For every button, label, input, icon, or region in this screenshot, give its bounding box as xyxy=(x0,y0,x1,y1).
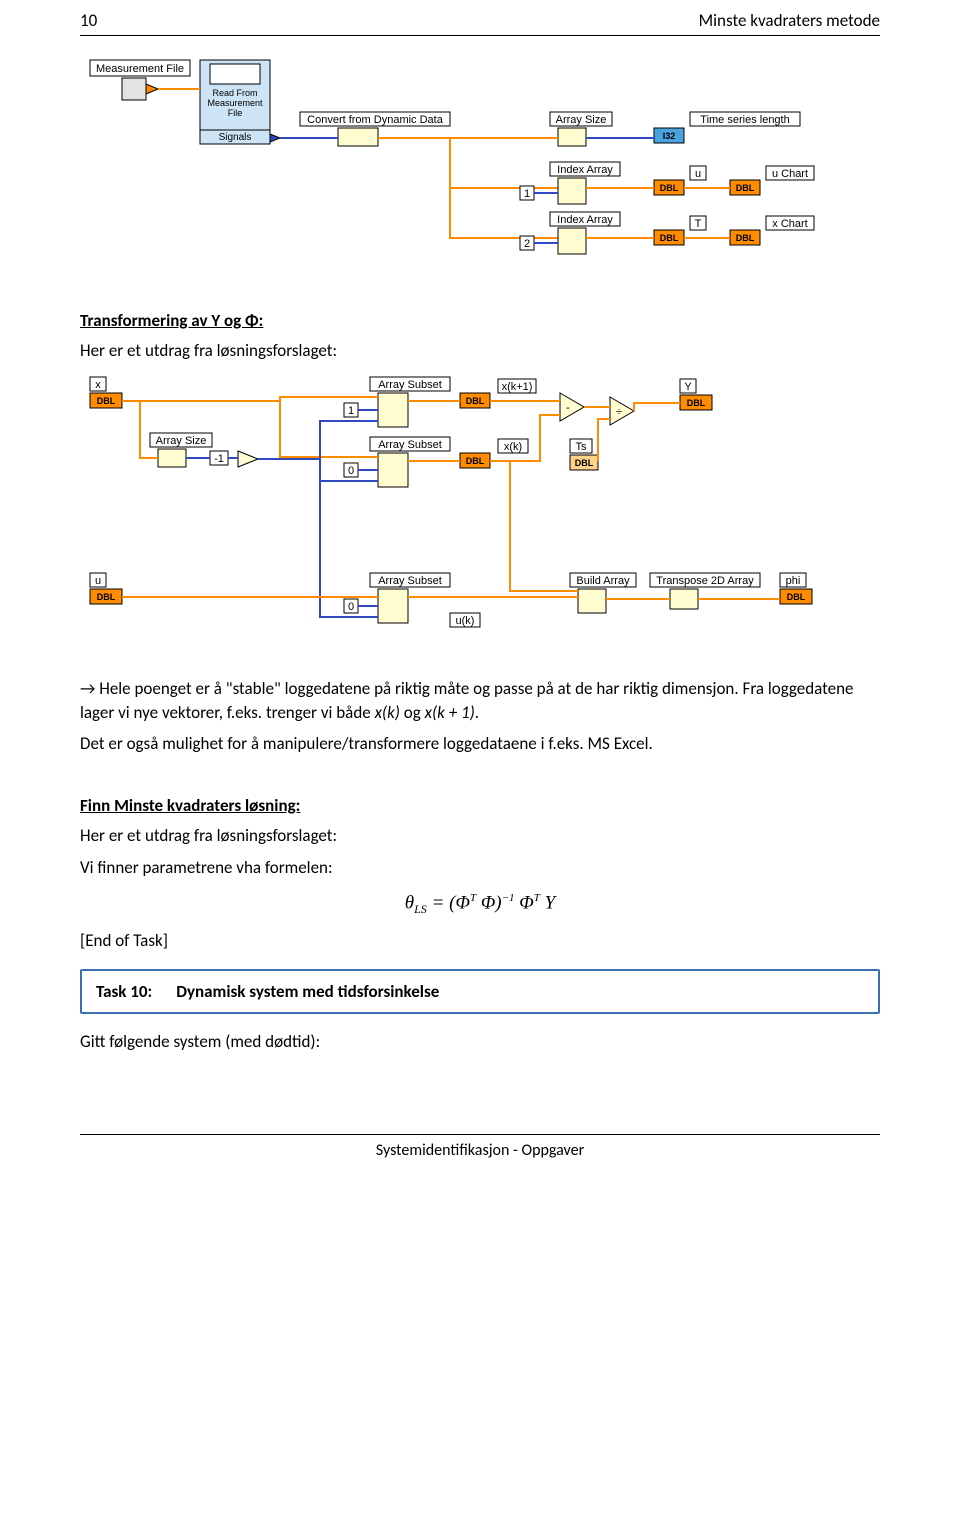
section-ls-find: Vi finner parametrene vha formelen: xyxy=(80,856,880,880)
xk-label: x(k) xyxy=(504,441,522,453)
ts-label: Ts xyxy=(576,441,588,453)
time-series-label: Time series length xyxy=(700,114,789,126)
page-header: 10 Minste kvadraters metode xyxy=(80,0,880,35)
svg-text:DBL: DBL xyxy=(466,456,485,466)
const-0a: 0 xyxy=(348,465,354,477)
const-1b: 1 xyxy=(348,405,354,417)
page-number: 10 xyxy=(80,10,97,31)
svg-text:File: File xyxy=(228,108,243,118)
array-size-label: Array Size xyxy=(556,114,607,126)
const-0b: 0 xyxy=(348,601,354,613)
labview-diagram-2: x DBL Array Size -1 Array Subset 1 DBL x… xyxy=(80,373,880,653)
array-size-2: Array Size xyxy=(156,435,207,447)
svg-text:DBL: DBL xyxy=(97,592,116,602)
const-1: 1 xyxy=(524,188,530,200)
svg-text:÷: ÷ xyxy=(616,406,622,418)
array-subset-1: Array Subset xyxy=(378,379,442,391)
header-rule xyxy=(80,35,880,36)
const-2: 2 xyxy=(524,238,530,250)
labview-diagram-1: Measurement File Read From Measurement F… xyxy=(80,56,880,286)
uk-label: u(k) xyxy=(456,615,475,627)
t-label: T xyxy=(695,218,702,230)
minus-1: -1 xyxy=(214,453,224,465)
svg-text:DBL: DBL xyxy=(466,396,485,406)
footer-text: Systemidentifikasjon - Oppgaver xyxy=(376,1141,584,1160)
convert-label: Convert from Dynamic Data xyxy=(307,114,444,126)
section-ls-title: Finn Minste kvadraters løsning: xyxy=(80,795,880,816)
section-transform-intro: Her er et utdrag fra løsningsforslaget: xyxy=(80,339,880,363)
x-chart-label: x Chart xyxy=(772,218,807,230)
u-label: u xyxy=(695,168,701,180)
index-array-1-label: Index Array xyxy=(557,164,613,176)
svg-text:DBL: DBL xyxy=(687,398,706,408)
signals-label: Signals xyxy=(219,132,252,143)
svg-text:DBL: DBL xyxy=(660,183,679,193)
task-10-given: Gitt følgende system (med dødtid): xyxy=(80,1030,880,1054)
xk1-label: x(k+1) xyxy=(502,381,533,393)
array-subset-3: Array Subset xyxy=(378,575,442,587)
transpose-label: Transpose 2D Array xyxy=(656,575,754,587)
task-10-label: Task 10: xyxy=(96,981,152,1002)
measurement-file-label: Measurement File xyxy=(96,63,184,75)
x-label: x xyxy=(95,379,101,391)
index-array-2-label: Index Array xyxy=(557,214,613,226)
array-subset-2: Array Subset xyxy=(378,439,442,451)
y-label: Y xyxy=(684,381,692,393)
section-ls-intro: Her er et utdrag fra løsningsforslaget: xyxy=(80,824,880,848)
phi-label: phi xyxy=(786,575,801,587)
paragraph-excel: Det er også mulighet for å manipulere/tr… xyxy=(80,732,880,756)
u-label-2: u xyxy=(95,575,101,587)
paragraph-stable: → Hele poenget er å "stable" loggedatene… xyxy=(80,677,880,725)
svg-text:-: - xyxy=(566,402,570,414)
svg-text:DBL: DBL xyxy=(736,233,755,243)
build-array-label: Build Array xyxy=(576,575,630,587)
i32-label: I32 xyxy=(663,131,676,141)
u-chart-label: u Chart xyxy=(772,168,808,180)
section-transform-title: Transformering av Y og Φ: xyxy=(80,310,880,331)
ls-formula: θLS = (ΦT Φ)−1 ΦT Y xyxy=(80,892,880,917)
read-from-label: Read From xyxy=(212,88,257,98)
svg-text:DBL: DBL xyxy=(787,592,806,602)
svg-text:DBL: DBL xyxy=(660,233,679,243)
task-10-box: Task 10: Dynamisk system med tidsforsink… xyxy=(80,969,880,1014)
end-of-task: [End of Task] xyxy=(80,929,880,953)
svg-text:DBL: DBL xyxy=(97,396,116,406)
svg-text:DBL: DBL xyxy=(575,458,594,468)
svg-text:DBL: DBL xyxy=(736,183,755,193)
page-footer: Systemidentifikasjon - Oppgaver xyxy=(80,1134,880,1160)
task-10-name: Dynamisk system med tidsforsinkelse xyxy=(176,981,439,1002)
svg-text:Measurement: Measurement xyxy=(207,98,263,108)
page-title: Minste kvadraters metode xyxy=(699,10,880,31)
